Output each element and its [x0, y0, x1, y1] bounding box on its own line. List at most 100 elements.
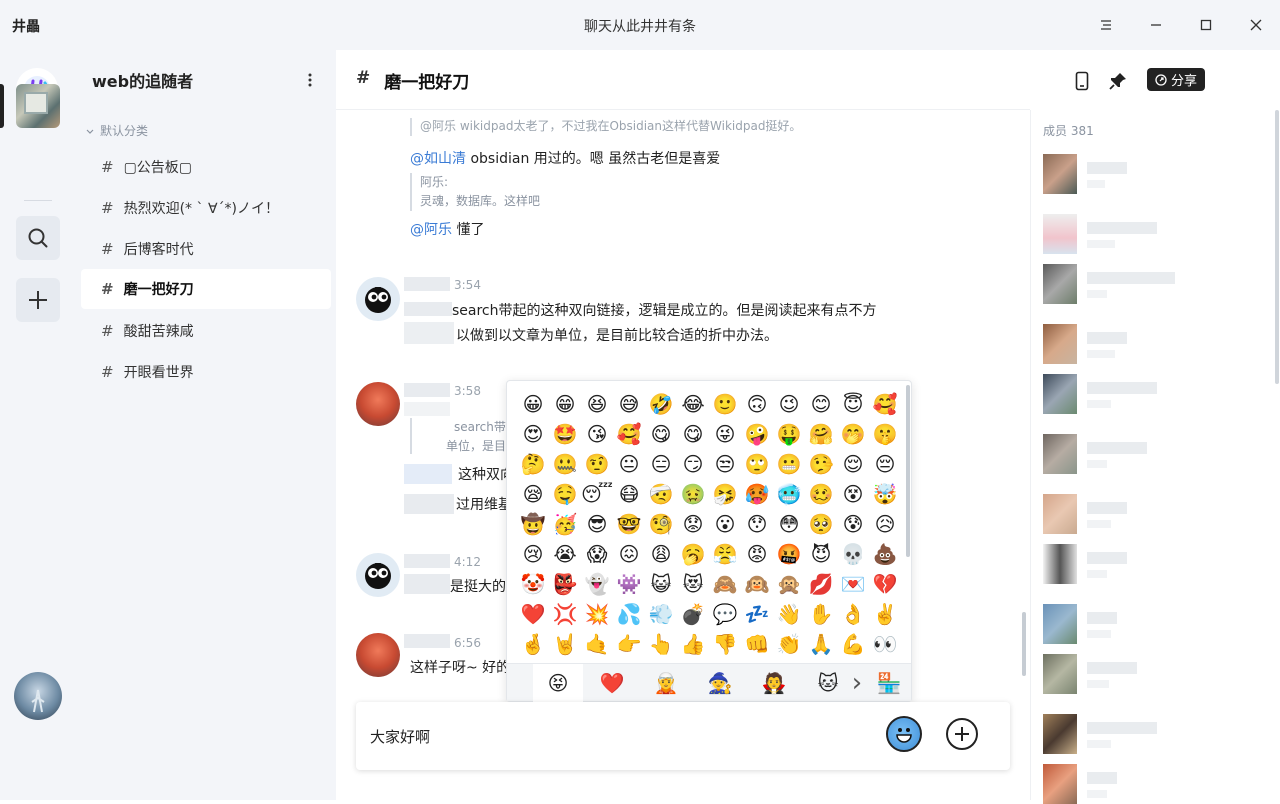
more-vertical-icon[interactable]: [302, 70, 318, 90]
chevron-right-icon[interactable]: ›: [845, 664, 869, 702]
emoji-item[interactable]: 💌: [837, 569, 869, 599]
emoji-item[interactable]: 💬: [709, 599, 741, 629]
emoji-item[interactable]: 🤞: [517, 629, 549, 659]
minimize-icon[interactable]: [1143, 12, 1169, 38]
emoji-item[interactable]: 🤗: [805, 419, 837, 449]
emoji-item[interactable]: 😬: [773, 449, 805, 479]
emoji-item[interactable]: 😒: [709, 449, 741, 479]
avatar[interactable]: [356, 382, 400, 426]
attach-plus-button[interactable]: [946, 718, 978, 750]
emoji-item[interactable]: 🙉: [741, 569, 773, 599]
emoji-item[interactable]: 🤔: [517, 449, 549, 479]
emoji-item[interactable]: 🥶: [773, 479, 805, 509]
emoji-item[interactable]: 🙄: [741, 449, 773, 479]
emoji-item[interactable]: 😻: [677, 569, 709, 599]
channel-item[interactable]: # 酸甜苦辣咸: [81, 311, 331, 351]
channel-item-active[interactable]: # 磨一把好刀: [81, 269, 331, 309]
emoji-item[interactable]: 😉: [773, 389, 805, 419]
emoji-item[interactable]: 😪: [517, 479, 549, 509]
avatar[interactable]: [356, 277, 400, 321]
channel-item[interactable]: # 热烈欢迎(* ` ∀´*)ノイ！: [81, 188, 331, 228]
emoji-item[interactable]: 😢: [517, 539, 549, 569]
emoji-item[interactable]: 🙊: [773, 569, 805, 599]
emoji-item[interactable]: 🤓: [613, 509, 645, 539]
emoji-item[interactable]: ✌️: [869, 599, 901, 629]
add-guild-button[interactable]: [16, 278, 60, 322]
emoji-item[interactable]: 😡: [741, 539, 773, 569]
emoji-item[interactable]: 👌: [837, 599, 869, 629]
emoji-item[interactable]: 😅: [613, 389, 645, 419]
emoji-item[interactable]: 🤙: [581, 629, 613, 659]
search-button[interactable]: [16, 216, 60, 260]
emoji-item[interactable]: 😐: [613, 449, 645, 479]
emoji-item[interactable]: 😩: [645, 539, 677, 569]
emoji-item[interactable]: 🥴: [805, 479, 837, 509]
emoji-item[interactable]: 🤤: [549, 479, 581, 509]
emoji-item[interactable]: 😘: [581, 419, 613, 449]
emoji-item[interactable]: 🙏: [805, 629, 837, 659]
emoji-item[interactable]: 🙃: [741, 389, 773, 419]
emoji-item[interactable]: 😋: [677, 419, 709, 449]
emoji-item[interactable]: 😭: [549, 539, 581, 569]
emoji-item[interactable]: 🤑: [773, 419, 805, 449]
emoji-item[interactable]: 🤪: [741, 419, 773, 449]
mention-link[interactable]: @如山清: [410, 151, 466, 167]
emoji-item[interactable]: 💨: [645, 599, 677, 629]
emoji-item[interactable]: 😜: [709, 419, 741, 449]
member-item[interactable]: [1043, 604, 1243, 644]
emoji-category-tab[interactable]: 🧝: [641, 664, 691, 702]
emoji-item[interactable]: 😀: [517, 389, 549, 419]
emoji-item[interactable]: 💋: [805, 569, 837, 599]
emoji-item[interactable]: 😆: [581, 389, 613, 419]
emoji-item[interactable]: 😔: [869, 449, 901, 479]
emoji-item[interactable]: 🤕: [645, 479, 677, 509]
emoji-item[interactable]: 💩: [869, 539, 901, 569]
member-item[interactable]: [1043, 654, 1243, 694]
emoji-item[interactable]: 😎: [581, 509, 613, 539]
menu-icon[interactable]: [1093, 12, 1119, 38]
emoji-item[interactable]: ❤️: [517, 599, 549, 629]
emoji-item[interactable]: 🧐: [645, 509, 677, 539]
emoji-item[interactable]: 😍: [517, 419, 549, 449]
maximize-icon[interactable]: [1193, 12, 1219, 38]
emoji-category-tab[interactable]: ❤️: [587, 664, 637, 702]
emoji-item[interactable]: 😁: [549, 389, 581, 419]
emoji-item[interactable]: 😌: [837, 449, 869, 479]
message-scrollbar[interactable]: [1022, 612, 1026, 676]
emoji-item[interactable]: 💀: [837, 539, 869, 569]
member-item[interactable]: [1043, 214, 1243, 254]
emoji-item[interactable]: 🤩: [549, 419, 581, 449]
emoji-item[interactable]: 👎: [709, 629, 741, 659]
emoji-item[interactable]: 👊: [741, 629, 773, 659]
avatar[interactable]: [356, 553, 400, 597]
emoji-item[interactable]: 🤫: [869, 419, 901, 449]
emoji-item[interactable]: 😮: [709, 509, 741, 539]
emoji-item[interactable]: 🤬: [773, 539, 805, 569]
emoji-item[interactable]: 🤨: [581, 449, 613, 479]
phone-icon[interactable]: [1071, 70, 1093, 92]
emoji-item[interactable]: 🙈: [709, 569, 741, 599]
emoji-item[interactable]: 🥰: [869, 389, 901, 419]
emoji-category-tab[interactable]: 🧛: [749, 664, 799, 702]
emoji-item[interactable]: 🤢: [677, 479, 709, 509]
emoji-item[interactable]: 👉: [613, 629, 645, 659]
emoji-item[interactable]: 😟: [677, 509, 709, 539]
channel-item[interactable]: # ▢公告板▢: [81, 147, 331, 187]
emoji-item[interactable]: 🤐: [549, 449, 581, 479]
channel-category[interactable]: 默认分类: [86, 122, 148, 139]
emoji-item[interactable]: 😵: [837, 479, 869, 509]
message-input[interactable]: 大家好啊: [370, 726, 430, 747]
emoji-item[interactable]: 💣: [677, 599, 709, 629]
emoji-item[interactable]: 💤: [741, 599, 773, 629]
close-icon[interactable]: [1243, 12, 1269, 38]
emoji-item[interactable]: 😑: [645, 449, 677, 479]
emoji-item[interactable]: 💔: [869, 569, 901, 599]
emoji-item[interactable]: 😱: [581, 539, 613, 569]
avatar[interactable]: [356, 633, 400, 677]
emoji-item[interactable]: 👍: [677, 629, 709, 659]
emoji-item[interactable]: 🙂: [709, 389, 741, 419]
member-item[interactable]: [1043, 264, 1243, 304]
emoji-category-tab[interactable]: 🏪: [867, 664, 911, 702]
member-item[interactable]: [1043, 374, 1243, 414]
share-button[interactable]: 分享: [1147, 68, 1205, 91]
